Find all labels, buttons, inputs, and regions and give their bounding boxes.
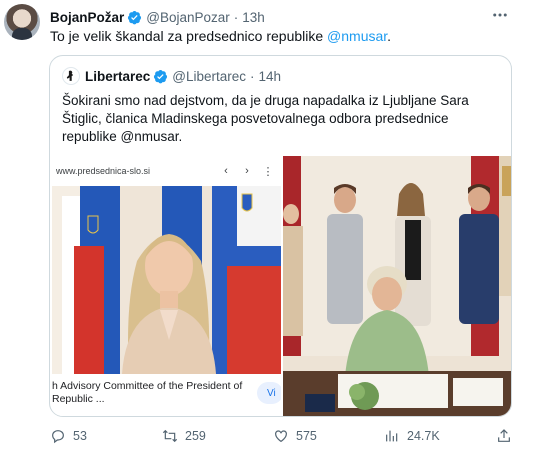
tweet[interactable]: BojanPožar @BojanPozar · 13h To je velik… [0, 0, 533, 453]
reply-count: 53 [73, 429, 87, 443]
avatar[interactable] [4, 4, 40, 40]
views-button[interactable]: 24.7K [384, 426, 440, 446]
mention-link[interactable]: @nmusar [327, 28, 387, 44]
tweet-actions: 53 259 575 24.7K [50, 426, 520, 446]
quoted-tweet[interactable]: Libertarec @Libertarec · 14h Šokirani sm… [49, 55, 512, 417]
tweet-text-end: . [387, 28, 392, 44]
quoted-tweet-header: Libertarec @Libertarec · 14h [62, 67, 281, 85]
tweet-header: BojanPožar @BojanPozar · 13h [50, 8, 265, 26]
verified-badge-icon [153, 69, 168, 84]
quoted-tweet-time[interactable]: 14h [259, 69, 282, 84]
share-button[interactable] [496, 426, 519, 446]
back-arrow-icon: ‹ [224, 165, 228, 177]
signing-photo-image[interactable] [283, 156, 511, 416]
media-grid: www.predsednica-slo.si ‹ › ⋮ h Advisory … [50, 156, 511, 416]
more-vert-icon: ⋮ [262, 165, 274, 178]
share-icon [498, 429, 510, 442]
reply-icon [52, 430, 64, 444]
quoted-tweet-text: Šokirani smo nad dejstvom, da je druga n… [62, 93, 469, 144]
visit-button[interactable]: Vi [257, 382, 281, 404]
author-name[interactable]: BojanPožar [50, 10, 124, 25]
forward-arrow-icon: › [245, 165, 249, 177]
like-button[interactable]: 575 [273, 426, 317, 446]
tweet-text-body: To je velik škandal za predsednico repub… [50, 28, 328, 44]
like-count: 575 [296, 429, 317, 443]
tweet-text: To je velik škandal za predsednico repub… [50, 27, 391, 45]
author-handle[interactable]: @BojanPozar [146, 10, 230, 25]
link-caption[interactable]: h Advisory Committee of the President of… [52, 380, 252, 406]
browser-url: www.predsednica-slo.si [56, 166, 151, 176]
reply-button[interactable]: 53 [50, 426, 87, 446]
verified-badge-icon [127, 10, 142, 25]
separator-dot: · [233, 9, 239, 25]
separator-dot: · [250, 68, 255, 84]
repost-count: 259 [185, 429, 206, 443]
like-icon [275, 430, 287, 443]
portrait-photo [52, 186, 281, 374]
repost-button[interactable]: 259 [162, 426, 206, 446]
quoted-avatar[interactable] [62, 67, 80, 85]
browser-toolbar: www.predsednica-slo.si ‹ › ⋮ [52, 156, 281, 186]
quoted-author-handle[interactable]: @Libertarec [172, 69, 246, 84]
more-icon[interactable] [489, 6, 511, 24]
repost-icon [162, 429, 178, 443]
views-icon [386, 430, 398, 442]
quoted-author-name[interactable]: Libertarec [85, 69, 150, 84]
tweet-time[interactable]: 13h [242, 10, 265, 25]
view-count: 24.7K [407, 429, 440, 443]
website-screenshot-image[interactable]: www.predsednica-slo.si ‹ › ⋮ h Advisory … [52, 156, 281, 416]
